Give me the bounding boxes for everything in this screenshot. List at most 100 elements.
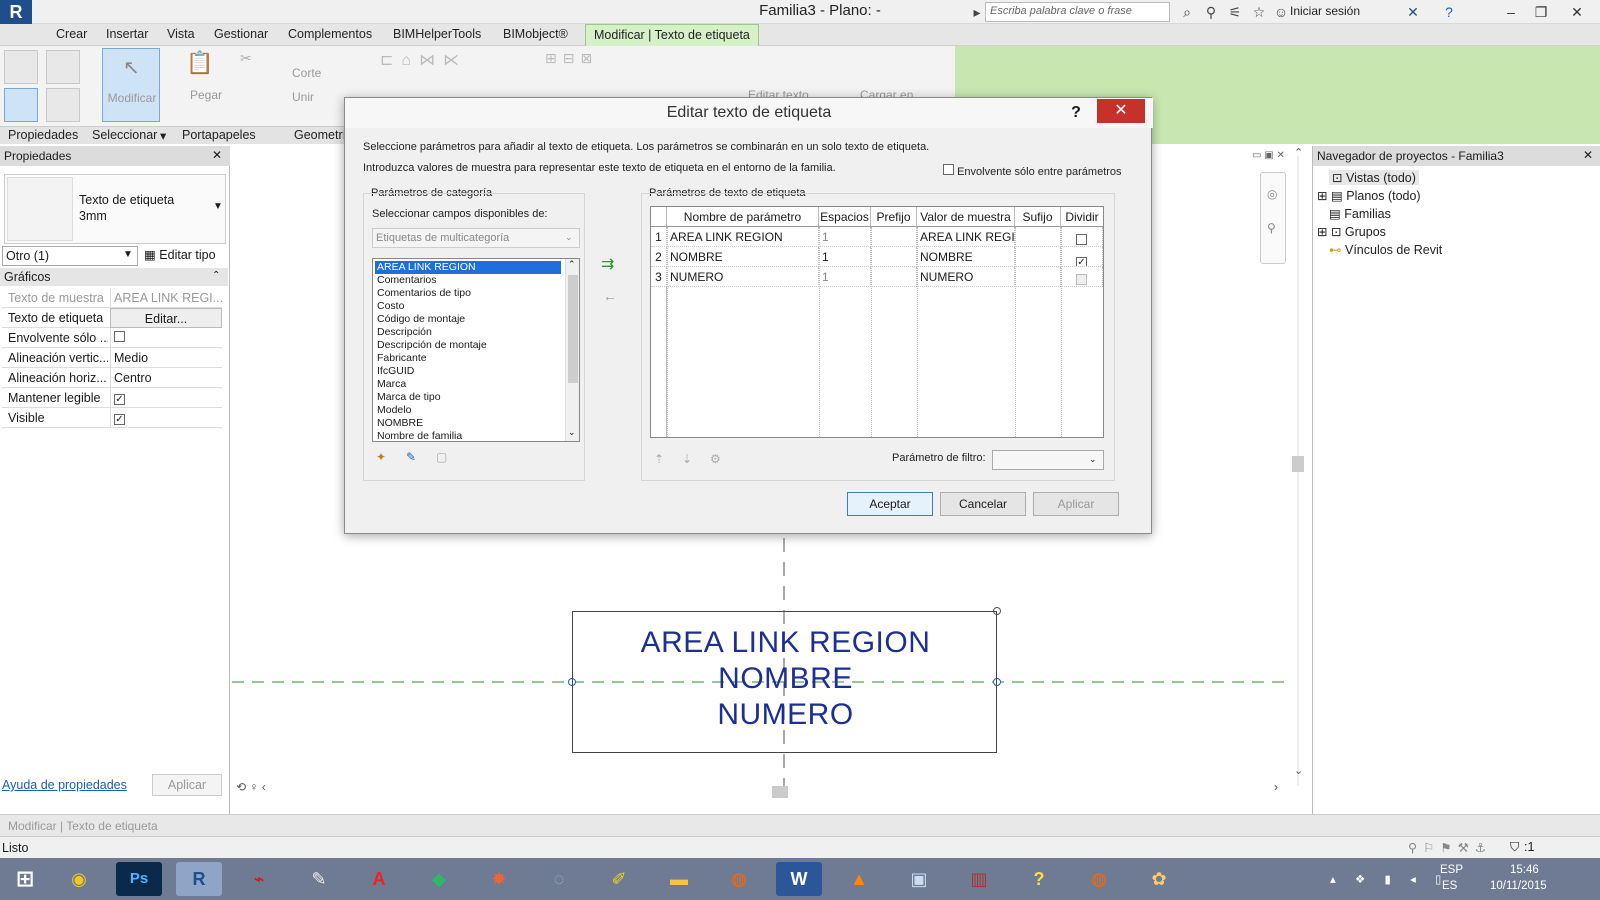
sketchup-gem-icon[interactable]: ◆: [416, 862, 462, 896]
view-controls-icon[interactable]: ▭ ▣ ✕: [1252, 150, 1285, 161]
photo-viewer-icon[interactable]: ▣: [896, 862, 942, 896]
column-header[interactable]: Prefijo: [871, 207, 917, 227]
list-item[interactable]: IfcGUID: [375, 365, 561, 378]
edit-param-icon[interactable]: ✎: [406, 450, 416, 464]
wrap-checkbox[interactable]: [114, 331, 125, 342]
tab-bimobject[interactable]: BIMobject®: [503, 27, 568, 41]
param-name-cell[interactable]: AREA LINK REGION: [667, 227, 819, 247]
list-item[interactable]: Marca de tipo: [375, 391, 561, 404]
tab-insertar[interactable]: Insertar: [106, 27, 148, 41]
tab-vista[interactable]: Vista: [167, 27, 195, 41]
instance-selector[interactable]: Otro (1) ▼: [2, 246, 138, 266]
column-header[interactable]: Valor de muestra: [917, 207, 1015, 227]
split-checkbox[interactable]: [1076, 274, 1087, 285]
properties-help-link[interactable]: Ayuda de propiedades: [2, 778, 127, 792]
list-item[interactable]: Costo: [375, 300, 561, 313]
rhino-icon[interactable]: ✸: [476, 862, 522, 896]
search-input[interactable]: Escriba palabra clave o frase: [985, 2, 1170, 22]
type-selector[interactable]: Texto de etiqueta 3mm ▼: [4, 174, 226, 244]
join-label[interactable]: Unir: [292, 90, 314, 104]
panel-portapapeles[interactable]: Portapapeles: [182, 128, 256, 142]
list-item[interactable]: Nombre de familia: [375, 430, 561, 441]
selection-tools-icon[interactable]: ⚲⚐⚑⚒⚓: [1408, 840, 1492, 855]
signin-button[interactable]: Iniciar sesión: [1290, 4, 1360, 18]
category-param-list[interactable]: AREA LINK REGION Comentarios Comentarios…: [372, 258, 580, 442]
cancel-button[interactable]: Cancelar: [940, 492, 1026, 516]
tray-icons[interactable]: ▴ ❖ ▮ ◂ ▯: [1330, 872, 1449, 886]
expand-icon[interactable]: ⊞: [1317, 225, 1331, 239]
autocad-icon[interactable]: A: [356, 862, 402, 896]
expand-icon[interactable]: ⊞: [1317, 189, 1331, 203]
tab-gestionar[interactable]: Gestionar: [214, 27, 268, 41]
list-item[interactable]: AREA LINK REGION: [375, 261, 561, 274]
tab-bimhelpertools[interactable]: BIMHelperTools: [393, 27, 481, 41]
view-control-bar-icon[interactable]: ⟲ ♀ ‹: [236, 780, 266, 794]
exchange-icon[interactable]: ✕: [1404, 3, 1422, 21]
tree-item-groups[interactable]: ⊞ ⊡ Grupos: [1317, 224, 1386, 239]
table-row-number[interactable]: 2: [651, 247, 667, 267]
pencil-app-icon[interactable]: ✐: [596, 862, 642, 896]
list-scrollbar[interactable]: ⌃ ⌄: [565, 259, 579, 441]
list-item[interactable]: Descripción: [375, 326, 561, 339]
close-icon[interactable]: ✕: [212, 148, 222, 162]
split-checkbox[interactable]: ✓: [1076, 257, 1087, 266]
help-icon[interactable]: ?: [1440, 3, 1458, 21]
prefix-cell[interactable]: [871, 267, 917, 287]
list-item[interactable]: Comentarios de tipo: [375, 287, 561, 300]
tree-item-revit-links[interactable]: ⊷ Vínculos de Revit: [1329, 242, 1442, 257]
dialog-close-button[interactable]: ✕: [1097, 99, 1145, 123]
ribbon-tool-icon[interactable]: [46, 88, 80, 122]
file-explorer-icon[interactable]: ▬: [656, 862, 702, 896]
edit-type-button[interactable]: ▦ Editar tipo: [144, 247, 216, 262]
satellite-icon[interactable]: ⚟: [1226, 3, 1244, 21]
param-name-cell[interactable]: NOMBRE: [667, 247, 819, 267]
prefix-cell[interactable]: [871, 247, 917, 267]
key-icon[interactable]: ⚲: [1202, 3, 1220, 21]
spaces-cell[interactable]: 1: [819, 227, 871, 247]
move-up-icon[interactable]: ⇡: [654, 452, 664, 466]
minimize-icon[interactable]: –: [1496, 0, 1526, 24]
scroll-up-icon[interactable]: ⌃: [568, 259, 576, 270]
revit-taskbar-icon[interactable]: R: [176, 862, 222, 896]
column-header[interactable]: Dividir: [1061, 207, 1103, 227]
scroll-thumb[interactable]: [568, 275, 578, 383]
steering-wheel-icon[interactable]: ◎: [1267, 187, 1277, 201]
tab-complementos[interactable]: Complementos: [288, 27, 372, 41]
list-item[interactable]: NOMBRE: [375, 417, 561, 430]
suffix-cell[interactable]: [1015, 247, 1061, 267]
group-graficos[interactable]: Gráficos ⌃: [0, 268, 228, 286]
cut-label[interactable]: Corte: [292, 66, 321, 80]
table-row-number[interactable]: 3: [651, 267, 667, 287]
spaces-cell[interactable]: 1: [819, 267, 871, 287]
scroll-up-icon[interactable]: ⌃: [1294, 146, 1303, 159]
suffix-cell[interactable]: [1015, 267, 1061, 287]
filter-icon[interactable]: ⛉: [1510, 840, 1519, 855]
revit-logo-icon[interactable]: R: [0, 0, 32, 24]
windows-start-icon[interactable]: ⊞: [2, 862, 48, 896]
photoshop-icon[interactable]: Ps: [116, 862, 162, 896]
panel-propiedades[interactable]: Propiedades: [8, 128, 78, 142]
expand-arrow-icon[interactable]: ▸: [968, 3, 986, 21]
ribbon-tool-icon[interactable]: [46, 50, 80, 84]
chevron-down-icon[interactable]: ▼: [213, 201, 223, 212]
wrap-between-params[interactable]: Envolvente sólo entre parámetros: [943, 164, 1122, 178]
edit-label-text-button[interactable]: Editar...: [110, 308, 222, 328]
sample-value-cell[interactable]: NOMBRE: [917, 247, 1015, 267]
delete-param-icon[interactable]: ▢: [436, 450, 447, 464]
keep-readable-checkbox[interactable]: ✓: [114, 394, 125, 405]
star-icon[interactable]: ☆: [1250, 3, 1268, 21]
label-tag-box[interactable]: AREA LINK REGION NOMBRE NUMERO: [572, 611, 997, 753]
param-properties-icon[interactable]: ⚙: [710, 452, 721, 466]
sample-value-cell[interactable]: AREA LINK REGI: [917, 227, 1015, 247]
suffix-cell[interactable]: [1015, 227, 1061, 247]
new-param-icon[interactable]: ✦: [376, 450, 386, 464]
help-icon[interactable]: ?: [1065, 102, 1087, 124]
help-notes-icon[interactable]: ?: [1016, 862, 1062, 896]
visible-checkbox[interactable]: ✓: [114, 414, 125, 425]
remove-param-arrow-icon[interactable]: ←: [603, 288, 617, 304]
wrap-between-params-checkbox[interactable]: [943, 164, 954, 175]
column-header[interactable]: Nombre de parámetro: [667, 207, 819, 227]
paste-icon[interactable]: 📋: [186, 50, 213, 76]
spaces-cell[interactable]: 1: [819, 247, 871, 267]
navigation-bar[interactable]: ◎ ⚲: [1260, 172, 1286, 264]
